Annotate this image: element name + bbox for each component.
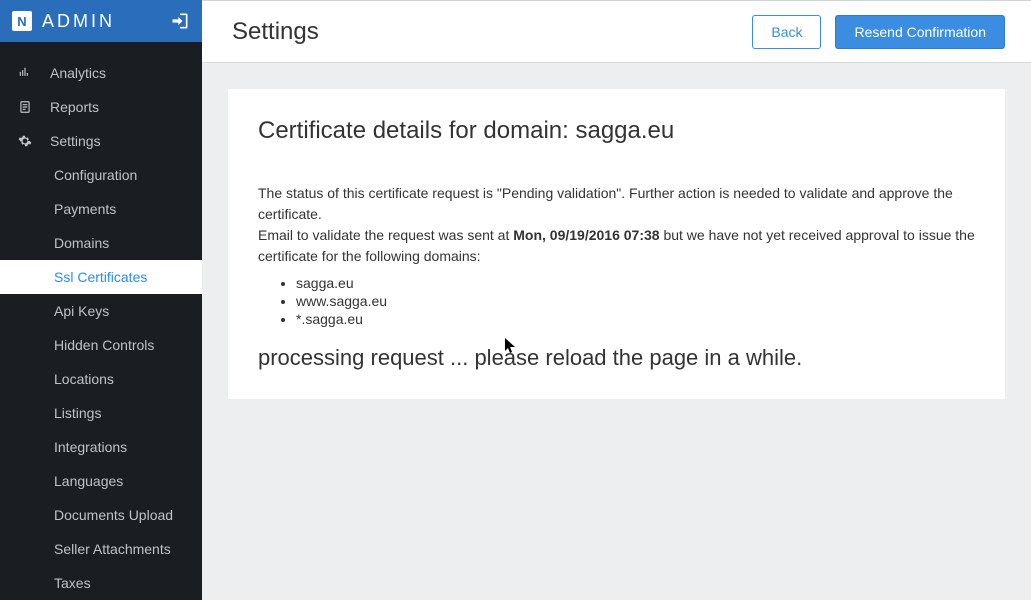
- topbar: Settings Back Resend Confirmation: [202, 1, 1031, 63]
- main: Settings Back Resend Confirmation Certif…: [202, 0, 1031, 600]
- gear-icon: [18, 134, 36, 148]
- page-title: Settings: [232, 18, 319, 46]
- status-text: The status of this certificate request i…: [258, 183, 975, 225]
- domain-list-item: www.sagga.eu: [296, 293, 975, 309]
- sidebar-item-configuration[interactable]: Configuration: [0, 158, 202, 192]
- nav-label: Settings: [50, 133, 101, 149]
- domain-list-item: sagga.eu: [296, 275, 975, 291]
- login-icon[interactable]: [170, 11, 190, 31]
- certificate-card: Certificate details for domain: sagga.eu…: [228, 89, 1005, 399]
- brand-bar: N ADMIN: [0, 0, 202, 42]
- sidebar-item-languages[interactable]: Languages: [0, 464, 202, 498]
- nav-label: Reports: [50, 99, 99, 115]
- bar-chart-icon: [18, 66, 36, 80]
- domain-list-item: *.sagga.eu: [296, 311, 975, 327]
- sidebar-item-integrations[interactable]: Integrations: [0, 430, 202, 464]
- sidebar-item-seller-attachments[interactable]: Seller Attachments: [0, 532, 202, 566]
- brand[interactable]: N ADMIN: [12, 11, 115, 32]
- back-button[interactable]: Back: [752, 15, 821, 49]
- resend-confirmation-button[interactable]: Resend Confirmation: [835, 15, 1005, 49]
- sidebar-item-locations[interactable]: Locations: [0, 362, 202, 396]
- sidebar-item-hidden-controls[interactable]: Hidden Controls: [0, 328, 202, 362]
- document-icon: [18, 100, 36, 114]
- email-timestamp: Mon, 09/19/2016 07:38: [513, 227, 659, 243]
- nav-analytics[interactable]: Analytics: [0, 56, 202, 90]
- sidebar: N ADMIN Analytics Reports Settings Confi…: [0, 0, 202, 600]
- processing-message: processing request ... please reload the…: [258, 345, 975, 371]
- sidebar-item-taxes[interactable]: Taxes: [0, 566, 202, 600]
- sidebar-item-domains[interactable]: Domains: [0, 226, 202, 260]
- email-text: Email to validate the request was sent a…: [258, 225, 975, 267]
- brand-logo-icon: N: [12, 11, 32, 31]
- email-prefix: Email to validate the request was sent a…: [258, 227, 513, 243]
- domain-list: sagga.eu www.sagga.eu *.sagga.eu: [296, 275, 975, 327]
- sidebar-item-payments[interactable]: Payments: [0, 192, 202, 226]
- content: Certificate details for domain: sagga.eu…: [202, 63, 1031, 425]
- sidebar-item-listings[interactable]: Listings: [0, 396, 202, 430]
- brand-label: ADMIN: [42, 11, 115, 32]
- top-actions: Back Resend Confirmation: [752, 15, 1005, 49]
- nav-reports[interactable]: Reports: [0, 90, 202, 124]
- sidebar-item-documents-upload[interactable]: Documents Upload: [0, 498, 202, 532]
- sidebar-item-api-keys[interactable]: Api Keys: [0, 294, 202, 328]
- nav: Analytics Reports Settings Configuration…: [0, 42, 202, 600]
- nav-settings[interactable]: Settings: [0, 124, 202, 158]
- card-title: Certificate details for domain: sagga.eu: [258, 117, 975, 145]
- nav-label: Analytics: [50, 65, 106, 81]
- sidebar-item-ssl-certificates[interactable]: Ssl Certificates: [0, 260, 202, 294]
